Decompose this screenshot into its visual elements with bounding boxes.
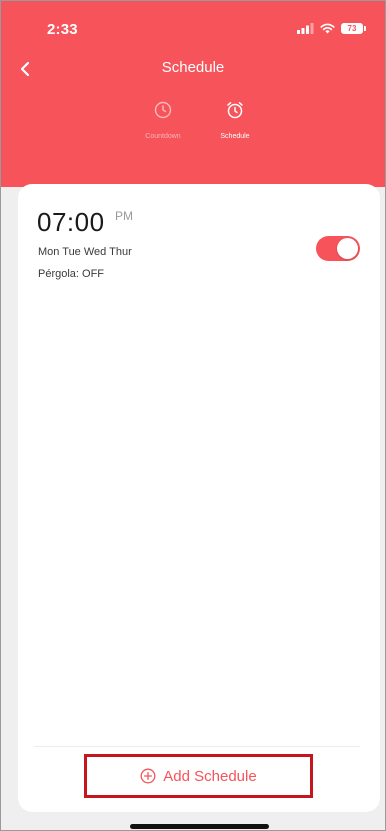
wifi-icon: [320, 23, 335, 34]
divider: [34, 746, 360, 747]
battery-icon: 73: [341, 23, 366, 34]
home-indicator: [130, 824, 269, 829]
schedule-action: Pérgola: OFF: [38, 268, 105, 280]
tab-countdown-label: Countdown: [145, 133, 181, 140]
tab-schedule[interactable]: Schedule: [200, 101, 270, 140]
schedule-list-card: 07:00 PM Mon Tue Wed Thur Pérgola: OFF A…: [18, 184, 380, 812]
schedule-days: Mon Tue Wed Thur: [38, 246, 132, 258]
tab-countdown[interactable]: Countdown: [128, 101, 198, 140]
schedule-time: 07:00: [37, 207, 105, 237]
status-bar: 2:33 73: [1, 1, 385, 45]
schedule-period: PM: [115, 209, 133, 223]
page-title: Schedule: [161, 59, 225, 76]
signal-icon: [297, 23, 314, 34]
plus-circle-icon: [140, 768, 156, 784]
header: 2:33 73 Schedule Countdown Schedule: [1, 1, 385, 187]
tab-schedule-label: Schedule: [220, 133, 250, 140]
alarm-clock-icon: [227, 102, 243, 119]
phone-screen: 2:33 73 Schedule Countdown Schedule 07:0…: [0, 0, 386, 831]
schedule-enable-toggle[interactable]: [316, 236, 360, 261]
add-schedule-button[interactable]: Add Schedule: [84, 754, 313, 798]
status-icons: 73: [297, 23, 366, 34]
schedule-item[interactable]: 07:00 PM Mon Tue Wed Thur Pérgola: OFF: [18, 184, 380, 304]
clock-icon: [154, 101, 172, 119]
toggle-knob: [337, 238, 358, 259]
status-time: 2:33: [47, 21, 78, 38]
add-schedule-label: Add Schedule: [163, 767, 257, 785]
